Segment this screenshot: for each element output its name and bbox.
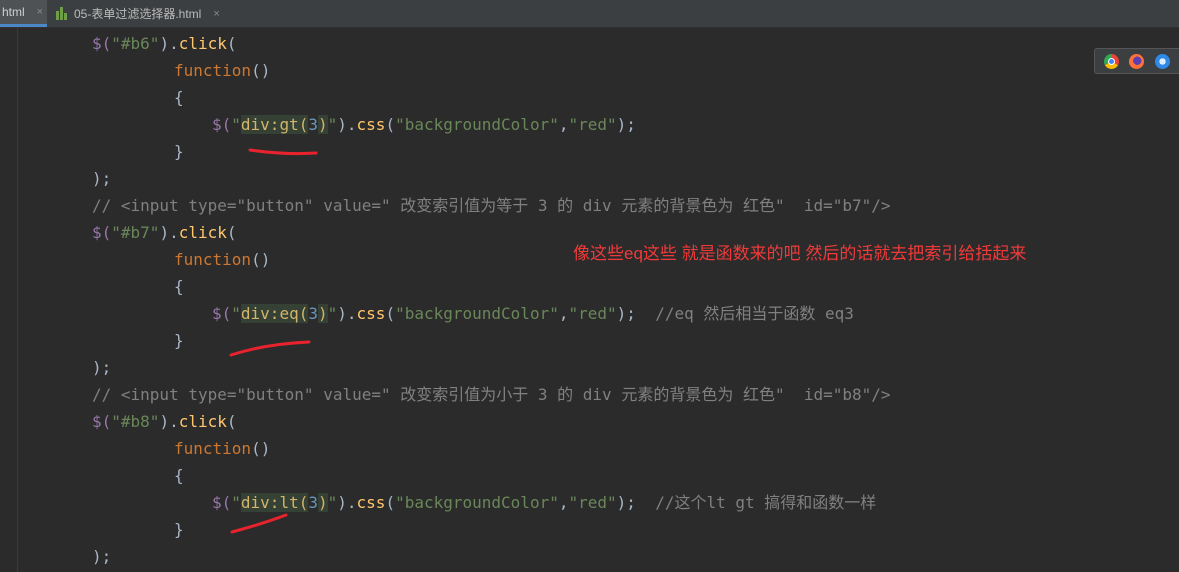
token: () [251,439,271,458]
token: css [356,304,386,323]
code-line: } [174,331,184,350]
token: 3 [308,115,318,134]
token: "backgroundColor" [395,493,559,512]
code-line: ); [92,358,112,377]
code-editor[interactable]: $("#b6").click( function() { $("div:gt(3… [0,28,1179,572]
code-line: $("div:eq(3)").css("backgroundColor","re… [212,300,854,327]
token: ). [337,493,357,512]
token: " [327,304,338,323]
token: ). [159,34,179,53]
browser-preview-bar [1094,48,1179,74]
token: $( [212,115,232,134]
token: " [327,115,338,134]
token: ) [317,304,328,323]
code-line: ); [92,547,112,566]
token: "#b6" [111,34,160,53]
tab-html[interactable]: html × [0,0,47,27]
token: function [174,250,252,269]
token: css [356,493,386,512]
code-line: function() [174,246,270,273]
token: $( [212,304,232,323]
tab-05-form-filter-selector[interactable]: 05-表单过滤选择器.html × [56,0,256,27]
code-line: ); [92,169,112,188]
token: 3 [308,493,318,512]
token: ) [317,493,328,512]
token: ( [226,412,237,431]
code-line: $("#b8").click( [92,408,237,435]
code-line: function() [174,57,270,84]
token: ). [337,115,357,134]
token: "#b8" [111,412,160,431]
inline-comment: //eq 然后相当于函数 eq3 [635,304,854,323]
token: "red" [568,304,617,323]
code-line: } [174,142,184,161]
token: $( [212,493,232,512]
token: click [178,412,227,431]
token: ( [385,304,396,323]
close-icon[interactable]: × [37,6,43,18]
token: ) [317,115,328,134]
inline-comment: //这个lt gt 搞得和函数一样 [635,493,877,512]
token: " [327,493,338,512]
token: ). [159,412,179,431]
editor-tab-bar: html × 05-表单过滤选择器.html × [0,0,1179,28]
token: click [178,223,227,242]
token: function [174,61,252,80]
code-comment-line: // <input type="button" value=" 改变索引值为等于… [92,196,891,215]
token: $( [92,223,112,242]
token: "backgroundColor" [395,304,559,323]
token: ). [159,223,179,242]
token: ( [226,223,237,242]
token: ( [226,34,237,53]
token: "red" [568,493,617,512]
token: ); [616,115,636,134]
token: css [356,115,386,134]
token: $( [92,412,112,431]
safari-icon[interactable] [1154,53,1170,69]
token: click [178,34,227,53]
token: $( [92,34,112,53]
token: div:lt( [240,493,309,512]
token: ). [337,304,357,323]
token: "#b7" [111,223,160,242]
token: function [174,439,252,458]
token: div:eq( [240,304,309,323]
code-line: } [174,520,184,539]
token: () [251,250,271,269]
token: " [231,493,241,512]
token: "red" [568,115,617,134]
token: " [231,304,241,323]
token: " [231,115,241,134]
token: ); [616,493,636,512]
code-line: { [174,277,184,296]
token: "backgroundColor" [395,115,559,134]
code-line: { [174,88,184,107]
token: div:gt( [240,115,309,134]
close-icon[interactable]: × [213,8,219,20]
tab-label: 05-表单过滤选择器.html [74,7,202,21]
code-line: $("#b6").click( [92,30,237,57]
token: ( [385,115,396,134]
handwritten-annotation: 像这些eq这些 就是函数来的吧 然后的话就去把索引给括起来 [573,244,1027,263]
html-file-icon [56,7,68,20]
firefox-icon[interactable] [1129,53,1145,69]
token: 3 [308,304,318,323]
code-line: $("#b7").click( [92,219,237,246]
code-line: function() [174,435,270,462]
chrome-icon[interactable] [1104,53,1120,69]
token: () [251,61,271,80]
code-comment-line: // <input type="button" value=" 改变索引值为小于… [92,385,891,404]
token: ); [616,304,636,323]
code-line: { [174,466,184,485]
code-line: $("div:lt(3)").css("backgroundColor","re… [212,489,876,516]
tab-label: html [2,5,25,19]
code-line: $("div:gt(3)").css("backgroundColor","re… [212,111,636,138]
token: ( [385,493,396,512]
